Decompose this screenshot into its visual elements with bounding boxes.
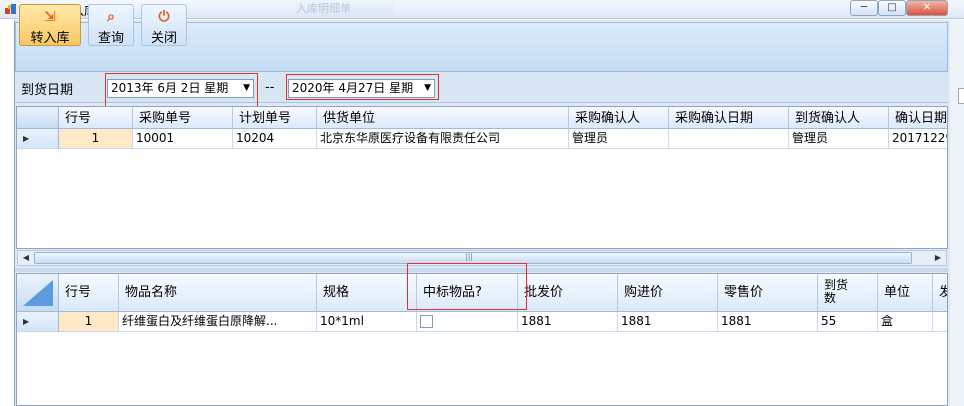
column-header[interactable]: 零售价 [718, 274, 818, 312]
column-header[interactable]: 发 [933, 274, 947, 312]
corner-triangle-icon [23, 280, 53, 306]
column-header[interactable]: 行号 [59, 274, 119, 312]
scroll-right-icon[interactable]: ▶ [931, 252, 945, 264]
purchase-order-no-cell[interactable]: 10001 [133, 129, 233, 149]
annotation-box-bid-item [407, 263, 527, 310]
column-header[interactable]: 批发价 [518, 274, 618, 312]
purchase-price-cell[interactable]: 1881 [618, 312, 718, 332]
bid-item-cell[interactable] [417, 312, 518, 332]
table-row[interactable]: ▶ 1 纤维蛋白及纤维蛋白原降解... 10*1ml 1881 1881 188… [17, 312, 947, 332]
column-header[interactable]: 计划单号 [233, 107, 317, 129]
annotation-box-end-date [286, 74, 439, 100]
column-header[interactable]: 供货单位 [317, 107, 569, 129]
wholesale-price-cell[interactable]: 1881 [518, 312, 618, 332]
unit-cell[interactable]: 盒 [878, 312, 933, 332]
supplier-cell[interactable]: 北京东华原医疗设备有限责任公司 [317, 129, 569, 149]
table-row[interactable]: ▶ 1 10001 10204 北京东华原医疗设备有限责任公司 管理员 管理员 … [17, 129, 947, 149]
row-selector[interactable]: ▶ [17, 312, 59, 332]
minimize-button[interactable]: ─ [850, 0, 878, 16]
select-all-corner[interactable] [17, 274, 59, 312]
app-icon [5, 4, 16, 14]
confirm-date-cell[interactable]: 20171229 [889, 129, 947, 149]
purchase-confirm-date-cell[interactable] [669, 129, 789, 149]
query-label: 查询 [97, 31, 124, 46]
row-number-cell[interactable]: 1 [59, 129, 133, 149]
plan-no-cell[interactable]: 10204 [233, 129, 317, 149]
row-pointer-icon: ▶ [23, 134, 30, 143]
select-all-corner[interactable] [17, 107, 59, 129]
power-icon: ⏻ [158, 9, 170, 25]
column-header[interactable]: 单位 [878, 274, 933, 312]
scroll-grip-icon: ||| [465, 252, 474, 261]
item-name-cell[interactable]: 纤维蛋白及纤维蛋白原降解... [119, 312, 317, 332]
row-pointer-icon: ▶ [23, 317, 30, 326]
row-selector[interactable]: ▶ [17, 129, 59, 149]
column-header[interactable]: 物品名称 [119, 274, 317, 312]
transfer-to-stock-label: 转入库 [30, 31, 70, 46]
scroll-left-icon[interactable]: ◀ [19, 252, 33, 264]
purchase-confirmer-cell[interactable]: 管理员 [569, 129, 669, 149]
maximize-button[interactable]: □ [878, 0, 906, 16]
close-button[interactable]: ⏻ 关闭 [141, 4, 187, 46]
arrival-qty-cell[interactable]: 55 [818, 312, 878, 332]
search-icon: ⌕ [107, 9, 115, 25]
column-header[interactable]: 到货确认人 [789, 107, 889, 129]
close-window-button[interactable]: ✕ [906, 0, 948, 16]
query-button[interactable]: ⌕ 查询 [88, 4, 134, 46]
extra-cell[interactable] [933, 312, 947, 332]
column-header[interactable]: 规格 [317, 274, 417, 312]
grid-header-row: 行号 采购单号 计划单号 供货单位 采购确认人 采购确认日期 到货确认人 确认日… [17, 107, 947, 129]
column-header[interactable]: 到货 数 [818, 274, 878, 312]
bid-item-checkbox[interactable] [420, 315, 433, 328]
transfer-to-stock-button[interactable]: ⇲ 转入库 [19, 4, 81, 46]
date-range-separator: -- [265, 80, 275, 95]
background-combo-fragment [958, 88, 964, 104]
column-header[interactable]: 采购单号 [133, 107, 233, 129]
background-window-edge [950, 20, 964, 406]
arrival-orders-grid: 行号 采购单号 计划单号 供货单位 采购确认人 采购确认日期 到货确认人 确认日… [16, 106, 948, 249]
column-header[interactable]: 采购确认人 [569, 107, 669, 129]
arrival-date-label: 到货日期 [21, 83, 74, 98]
row-number-cell[interactable]: 1 [59, 312, 119, 332]
column-header[interactable]: 行号 [59, 107, 133, 129]
retail-price-cell[interactable]: 1881 [718, 312, 818, 332]
column-header[interactable]: 采购确认日期 [669, 107, 789, 129]
background-window-tab[interactable]: 入库明细单 [296, 0, 394, 16]
close-label: 关闭 [150, 31, 177, 46]
arrival-confirmer-cell[interactable]: 管理员 [789, 129, 889, 149]
import-icon: ⇲ [44, 9, 56, 25]
column-header[interactable]: 确认日期 [889, 107, 947, 129]
column-header[interactable]: 购进价 [618, 274, 718, 312]
spec-cell[interactable]: 10*1ml [317, 312, 417, 332]
